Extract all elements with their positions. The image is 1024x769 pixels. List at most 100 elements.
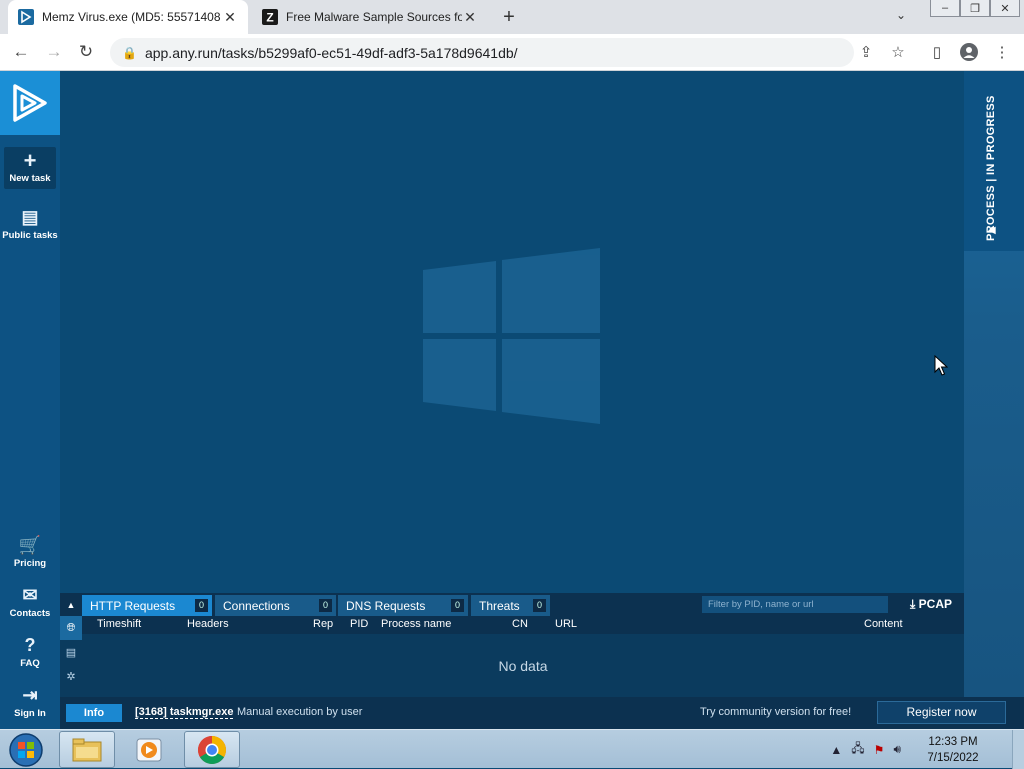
pricing-label: Pricing xyxy=(13,558,47,569)
address-bar[interactable]: 🔒 app.any.run/tasks/b5299af0-ec51-49df-a… xyxy=(110,38,854,67)
start-button[interactable] xyxy=(3,731,49,768)
pcap-label: PCAP xyxy=(918,597,952,611)
pricing-button[interactable]: 🛒 Pricing xyxy=(0,535,60,569)
count-badge: 0 xyxy=(319,599,332,612)
status-bar: Info [3168] taskmgr.exe Manual execution… xyxy=(60,697,1024,729)
media-player-icon xyxy=(136,738,162,761)
anyrun-logo[interactable] xyxy=(0,71,60,135)
register-button[interactable]: Register now xyxy=(877,701,1006,724)
faq-button[interactable]: ? FAQ xyxy=(0,635,60,669)
expand-arrow-icon[interactable]: ◀ xyxy=(988,225,996,236)
back-icon[interactable]: ← xyxy=(10,42,32,62)
column-content[interactable]: Content xyxy=(864,618,903,630)
process-status-label: PROCESS | IN PROGRESS xyxy=(985,95,997,241)
bug-icon[interactable]: ✲ xyxy=(60,664,82,688)
community-promo[interactable]: Try community version for free! xyxy=(700,706,851,718)
count-badge: 0 xyxy=(195,599,208,612)
url-text: app.any.run/tasks/b5299af0-ec51-49df-adf… xyxy=(144,44,518,61)
column-url[interactable]: URL xyxy=(555,618,577,630)
taskbar-media-player[interactable] xyxy=(121,731,177,768)
column-headers[interactable]: Headers xyxy=(187,618,229,630)
browser-tab-bar: Memz Virus.exe (MD5: 55571408 ✕ Z Free M… xyxy=(0,0,1024,34)
z-favicon-icon: Z xyxy=(262,9,278,25)
taskbar-chrome[interactable] xyxy=(184,731,240,768)
bookmark-star-icon[interactable]: ☆ xyxy=(888,43,908,61)
browser-toolbar: ← → ↻ 🔒 app.any.run/tasks/b5299af0-ec51-… xyxy=(0,34,1024,71)
tab-connections[interactable]: Connections 0 xyxy=(215,595,336,616)
vm-desktop[interactable] xyxy=(60,71,964,593)
tab-http-requests[interactable]: HTTP Requests 0 xyxy=(82,595,212,616)
filter-input[interactable]: Filter by PID, name or url xyxy=(702,596,888,613)
tab-label: DNS Requests xyxy=(346,598,426,613)
tab-title: Free Malware Sample Sources for xyxy=(286,10,462,24)
tab-label: HTTP Requests xyxy=(90,598,176,613)
process-link[interactable]: [3168] taskmgr.exe xyxy=(135,706,234,719)
menu-kebab-icon[interactable]: ⋮ xyxy=(992,43,1012,61)
new-tab-icon[interactable]: + xyxy=(498,6,520,29)
public-tasks-button[interactable]: ▤ Public tasks xyxy=(0,207,60,241)
clock[interactable]: 12:33 PM 7/15/2022 xyxy=(910,734,996,766)
faq-label: FAQ xyxy=(20,658,40,669)
contacts-button[interactable]: ✉ Contacts xyxy=(0,585,60,619)
tab-threats[interactable]: Threats 0 xyxy=(471,595,550,616)
column-process-name[interactable]: Process name xyxy=(381,618,451,630)
file-icon[interactable]: ▤ xyxy=(60,640,82,664)
count-badge: 0 xyxy=(451,599,464,612)
mouse-cursor-icon xyxy=(934,355,948,376)
column-cn[interactable]: CN xyxy=(512,618,528,630)
reload-icon[interactable]: ↻ xyxy=(75,42,97,62)
window-close-icon[interactable]: ✕ xyxy=(990,0,1020,17)
action-center-flag-icon[interactable]: ⚑ xyxy=(874,743,885,757)
process-progress-panel[interactable]: PROCESS | IN PROGRESS ◀ xyxy=(964,71,1024,697)
sign-in-icon: ⇥ xyxy=(22,685,38,705)
tray-expand-icon[interactable]: ▲ xyxy=(830,743,842,757)
column-rep[interactable]: Rep xyxy=(313,618,333,630)
restore-icon[interactable]: ❐ xyxy=(960,0,990,17)
new-task-button[interactable]: + New task xyxy=(4,147,56,189)
plus-icon: + xyxy=(23,148,37,173)
question-icon: ? xyxy=(24,635,36,655)
download-icon: ⤓ xyxy=(910,597,916,611)
chrome-icon xyxy=(198,735,226,764)
tab-label: Threats xyxy=(479,598,520,613)
show-desktop-button[interactable] xyxy=(1012,730,1024,769)
new-task-label: New task xyxy=(9,173,51,184)
envelope-icon: ✉ xyxy=(22,585,38,605)
tab-close-icon[interactable]: ✕ xyxy=(222,9,238,26)
info-button[interactable]: Info xyxy=(66,704,122,722)
tab-memz-virus[interactable]: Memz Virus.exe (MD5: 55571408 ✕ xyxy=(8,0,248,34)
minimize-icon[interactable]: – xyxy=(930,0,960,17)
sign-in-button[interactable]: ⇥ Sign In xyxy=(0,685,60,719)
lock-icon: 🔒 xyxy=(122,45,137,60)
pcap-download-button[interactable]: ⤓ PCAP xyxy=(910,597,952,612)
tab-label: Connections xyxy=(223,598,290,613)
tab-search-chevron-icon[interactable]: ⌄ xyxy=(896,8,906,22)
document-icon: ▤ xyxy=(21,207,39,227)
count-badge: 0 xyxy=(533,599,546,612)
clock-time: 12:33 PM xyxy=(928,735,978,748)
tab-close-icon[interactable]: ✕ xyxy=(462,9,478,26)
collapse-panel-icon[interactable]: ▲ xyxy=(60,593,82,616)
column-timeshift[interactable]: Timeshift xyxy=(97,618,141,630)
anyrun-favicon-icon xyxy=(18,9,34,25)
clock-date: 7/15/2022 xyxy=(927,751,979,764)
public-tasks-label: Public tasks xyxy=(2,230,58,241)
volume-icon[interactable]: 🔊︎ xyxy=(893,742,901,757)
forward-icon[interactable]: → xyxy=(43,42,65,62)
windows-orb-icon xyxy=(9,732,43,767)
svg-text:Z: Z xyxy=(266,11,273,25)
globe-icon[interactable]: 🌐︎ xyxy=(60,616,82,640)
column-pid[interactable]: PID xyxy=(350,618,368,630)
windows-taskbar: ▲ 🖧 ⚑ 🔊︎ 12:33 PM 7/15/2022 xyxy=(0,729,1024,769)
profile-avatar-icon[interactable] xyxy=(959,43,979,65)
table-header: Timeshift Headers Rep PID Process name C… xyxy=(82,616,964,634)
network-panel: ▲ HTTP Requests 0 Connections 0 DNS Requ… xyxy=(60,593,964,697)
system-tray: ▲ 🖧 ⚑ 🔊︎ 12:33 PM 7/15/2022 xyxy=(830,730,1024,769)
tab-dns-requests[interactable]: DNS Requests 0 xyxy=(338,595,468,616)
network-icon[interactable]: 🖧 xyxy=(851,739,864,760)
network-tabs-bar: ▲ HTTP Requests 0 Connections 0 DNS Requ… xyxy=(60,593,964,616)
share-icon[interactable]: ⇪ xyxy=(856,43,876,61)
taskbar-explorer[interactable] xyxy=(59,731,115,768)
tab-malware-sources[interactable]: Z Free Malware Sample Sources for ✕ xyxy=(252,0,488,34)
side-panel-icon[interactable]: ▯ xyxy=(927,43,947,61)
